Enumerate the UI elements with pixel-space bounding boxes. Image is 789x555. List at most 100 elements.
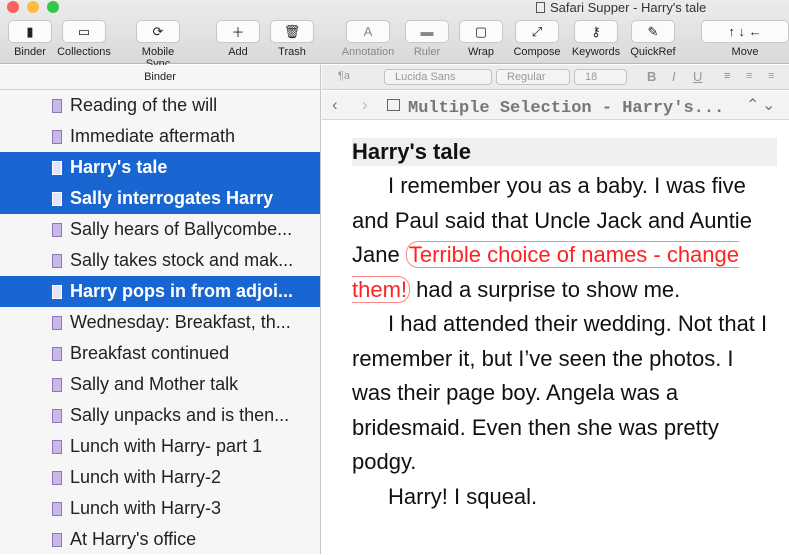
wrap-icon: ▢ <box>459 20 503 43</box>
binder-sidebar: Binder Reading of the will Immediate afte… <box>0 65 321 554</box>
collections-icon: ▭ <box>62 20 106 43</box>
binder-item[interactable]: Sally interrogates Harry <box>0 183 320 214</box>
text-document-icon <box>52 98 62 113</box>
paragraph: Harry! I squeal. <box>388 483 538 509</box>
quickref-button[interactable]: ✎ QuickRef <box>624 20 682 58</box>
paragraph-style-button[interactable]: ¶a <box>338 70 350 82</box>
ruler-icon: ▬ <box>405 20 449 43</box>
binder-item-label: Sally unpacks and is then... <box>70 405 290 425</box>
wrap-button[interactable]: ▢ Wrap <box>459 20 503 58</box>
font-weight-select[interactable]: Regular <box>496 69 570 85</box>
binder-item[interactable]: Lunch with Harry- part 1 <box>0 431 320 462</box>
toolbar-label: Annotation <box>341 46 395 58</box>
toolbar-label: Ruler <box>413 46 441 58</box>
text-document-icon <box>52 501 62 516</box>
annotation-icon: A <box>346 20 390 43</box>
binder-item[interactable]: Sally hears of Ballycombe... <box>0 214 320 245</box>
minimize-window-button[interactable] <box>27 1 39 13</box>
text-document-icon <box>52 470 62 485</box>
binder-item-label: Sally and Mother talk <box>70 374 239 394</box>
trash-icon: 🗑 <box>270 20 314 43</box>
binder-item-label: Lunch with Harry-3 <box>70 498 222 518</box>
format-bar: ¶a Lucida Sans Regular 18 B I U ≡ ≡ ≡ <box>322 65 789 90</box>
toolbar-label: Keywords <box>571 46 621 58</box>
text-document-icon <box>52 346 62 361</box>
align-right-icon[interactable]: ≡ <box>768 70 774 82</box>
toolbar-label: QuickRef <box>630 46 676 58</box>
keywords-button[interactable]: ⚷ Keywords <box>567 20 625 58</box>
mobile-sync-button[interactable]: ⟳ Mobile Sync <box>129 20 187 70</box>
toolbar-label: Binder <box>14 46 46 58</box>
binder-item-label: Reading of the will <box>70 95 218 115</box>
binder-item-label: Sally hears of Ballycombe... <box>70 219 293 239</box>
back-arrow-icon[interactable]: ‹ <box>332 95 338 115</box>
align-center-icon[interactable]: ≡ <box>746 70 752 82</box>
text-document-icon <box>52 129 62 144</box>
binder-button[interactable]: ▮ Binder <box>8 20 52 58</box>
binder-item-label: Lunch with Harry-2 <box>70 467 222 487</box>
forward-arrow-icon[interactable]: › <box>362 95 368 115</box>
add-button[interactable]: ＋ Add <box>216 20 260 58</box>
binder-item[interactable]: Sally and Mother talk <box>0 369 320 400</box>
toolbar-label: Compose <box>513 46 561 58</box>
align-left-icon[interactable]: ≡ <box>724 70 730 82</box>
close-window-button[interactable] <box>7 1 19 13</box>
toolbar-label: Move <box>731 46 759 58</box>
italic-button[interactable]: I <box>672 69 676 84</box>
text-document-icon <box>52 222 62 237</box>
text-document-icon <box>52 160 62 175</box>
window-toolbar: Safari Supper - Harry's tale ▮ Binder ▭ Col… <box>0 0 789 70</box>
editor-text[interactable]: Harry's tale I remember you as a baby. I… <box>352 138 777 514</box>
binder-item[interactable]: Sally takes stock and mak... <box>0 245 320 276</box>
toolbar-label: Trash <box>278 46 306 58</box>
binder-item[interactable]: Sally unpacks and is then... <box>0 400 320 431</box>
binder-item-label: Sally takes stock and mak... <box>70 250 294 270</box>
text-document-icon <box>52 191 62 206</box>
binder-item[interactable]: Wednesday: Breakfast, th... <box>0 307 320 338</box>
annotation-button[interactable]: A Annotation <box>339 20 397 58</box>
toolbar-label: Wrap <box>467 46 495 58</box>
ruler-button[interactable]: ▬ Ruler <box>405 20 449 58</box>
keywords-icon: ⚷ <box>574 20 618 43</box>
binder-item[interactable]: Breakfast continued <box>0 338 320 369</box>
text-document-icon <box>52 532 62 547</box>
binder-header: Binder <box>0 65 320 90</box>
collections-button[interactable]: ▭ Collections <box>55 20 113 58</box>
binder-item[interactable]: Lunch with Harry-2 <box>0 462 320 493</box>
paragraph: I remember you as a baby. I was five and… <box>352 173 752 303</box>
toolbar-label: Collections <box>57 46 111 58</box>
zoom-window-button[interactable] <box>47 1 59 13</box>
text-document-icon <box>52 253 62 268</box>
mobile-sync-icon: ⟳ <box>136 20 180 43</box>
binder-item-label: At Harry's office <box>70 529 197 549</box>
next-document-chevron-icon[interactable]: ⌄ <box>762 95 775 115</box>
document-icon <box>536 2 545 13</box>
binder-item[interactable]: Immediate aftermath <box>0 121 320 152</box>
text-document-icon <box>52 439 62 454</box>
document-heading: Harry's tale <box>352 138 777 166</box>
editor-header: ‹ › Multiple Selection - Harry's... ⌃ ⌄ <box>322 91 789 120</box>
underline-button[interactable]: U <box>693 69 702 84</box>
add-icon: ＋ <box>216 20 260 43</box>
binder-item[interactable]: Reading of the will <box>0 90 320 121</box>
binder-item-label: Wednesday: Breakfast, th... <box>70 312 291 332</box>
multiple-documents-icon <box>387 99 400 111</box>
binder-item[interactable]: Harry's tale <box>0 152 320 183</box>
editor-path-title: Multiple Selection - Harry's... <box>408 99 725 118</box>
binder-item[interactable]: Lunch with Harry-3 <box>0 493 320 524</box>
compose-button[interactable]: ⤢ Compose <box>508 20 566 58</box>
toolbar-label: Add <box>228 46 248 58</box>
font-size-select[interactable]: 18 <box>574 69 627 85</box>
binder-item-label: Lunch with Harry- part 1 <box>70 436 263 456</box>
previous-document-chevron-icon[interactable]: ⌃ <box>746 95 759 115</box>
binder-item-label: Immediate aftermath <box>70 126 236 146</box>
font-family-select[interactable]: Lucida Sans <box>384 69 492 85</box>
binder-item[interactable]: Harry pops in from adjoi... <box>0 276 320 307</box>
binder-item-label: Harry's tale <box>70 157 168 177</box>
trash-button[interactable]: 🗑 Trash <box>270 20 314 58</box>
move-arrows-icon: ↑ ↓ ← <box>701 20 789 43</box>
binder-item[interactable]: At Harry's office <box>0 524 320 555</box>
binder-item-label: Breakfast continued <box>70 343 230 363</box>
bold-button[interactable]: B <box>647 69 656 84</box>
move-button[interactable]: ↑ ↓ ← Move <box>701 20 789 58</box>
